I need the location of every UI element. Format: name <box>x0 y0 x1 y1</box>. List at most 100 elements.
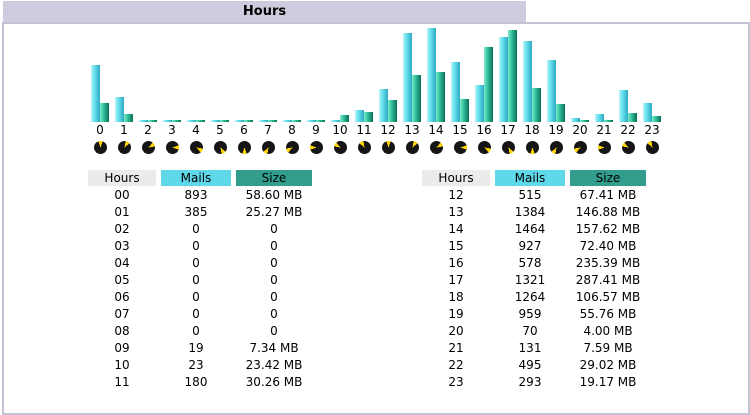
size-cell: 58.60 MB <box>236 186 312 203</box>
mails-bar <box>475 85 484 122</box>
hour-label: 6 <box>240 123 248 137</box>
hour-column: 8 <box>280 26 304 154</box>
hour-bars <box>115 26 133 122</box>
size-bar <box>604 120 613 122</box>
mails-bar <box>331 120 340 122</box>
mails-bar <box>523 41 532 122</box>
hour-column: 11 <box>352 26 376 154</box>
table-row: 181264106.57 MB <box>422 288 646 305</box>
clock-icon <box>430 141 443 154</box>
hour-label: 16 <box>476 123 491 137</box>
hours-tables: Hours Mails Size 0089358.60 MB0138525.27… <box>4 170 748 390</box>
mails-bar <box>91 65 100 122</box>
hours-cell: 06 <box>88 288 156 305</box>
hours-cell: 17 <box>422 271 490 288</box>
size-bar <box>292 120 301 122</box>
hours-cell: 00 <box>88 186 156 203</box>
size-bar <box>148 120 157 122</box>
hour-label: 1 <box>120 123 128 137</box>
mails-cell: 959 <box>495 305 565 322</box>
hour-bars <box>643 26 661 122</box>
hour-bars <box>403 26 421 122</box>
hours-cell: 23 <box>422 373 490 390</box>
table-left-wrap: Hours Mails Size 0089358.60 MB0138525.27… <box>83 170 317 390</box>
clock-icon <box>310 141 323 154</box>
hour-column: 3 <box>160 26 184 154</box>
mails-bar <box>547 60 556 122</box>
hours-cell: 02 <box>88 220 156 237</box>
hour-column: 4 <box>184 26 208 154</box>
size-bar <box>124 114 133 122</box>
hour-bars <box>259 26 277 122</box>
hours-cell: 20 <box>422 322 490 339</box>
size-cell: 7.34 MB <box>236 339 312 356</box>
mails-cell: 0 <box>161 254 231 271</box>
mails-bar <box>211 120 220 122</box>
hour-bars <box>547 26 565 122</box>
mails-bar <box>619 90 628 122</box>
hour-label: 7 <box>264 123 272 137</box>
hour-bars <box>163 26 181 122</box>
mails-bar <box>115 97 124 122</box>
hour-label: 12 <box>380 123 395 137</box>
mails-cell: 515 <box>495 186 565 203</box>
page-title: Hours <box>243 4 286 19</box>
hour-label: 2 <box>144 123 152 137</box>
hour-label: 11 <box>356 123 371 137</box>
size-cell: 30.26 MB <box>236 373 312 390</box>
size-bar <box>340 115 349 122</box>
clock-icon <box>142 141 155 154</box>
size-bar <box>412 75 421 122</box>
size-cell: 25.27 MB <box>236 203 312 220</box>
table-row: 0600 <box>88 288 312 305</box>
mails-bar <box>163 120 172 122</box>
size-cell: 0 <box>236 305 312 322</box>
hour-column: 14 <box>424 26 448 154</box>
hour-label: 8 <box>288 123 296 137</box>
mails-bar <box>427 28 436 122</box>
hours-table-right: Hours Mails Size 1251567.41 MB131384146.… <box>417 170 651 390</box>
hour-column: 20 <box>568 26 592 154</box>
table-row: 0700 <box>88 305 312 322</box>
table-row: 0800 <box>88 322 312 339</box>
mails-bar <box>139 120 148 122</box>
hour-bars <box>523 26 541 122</box>
clock-icon <box>622 141 635 154</box>
mails-cell: 578 <box>495 254 565 271</box>
size-bar <box>508 30 517 122</box>
hour-column: 0 <box>88 26 112 154</box>
mails-bar <box>283 120 292 122</box>
mails-cell: 0 <box>161 322 231 339</box>
mails-bar <box>307 120 316 122</box>
size-bar <box>460 99 469 122</box>
mails-bar <box>259 120 268 122</box>
size-cell: 19.17 MB <box>570 373 646 390</box>
hour-column: 2 <box>136 26 160 154</box>
size-bar <box>364 112 373 122</box>
hour-column: 23 <box>640 26 664 154</box>
table-row: 1251567.41 MB <box>422 186 646 203</box>
mails-cell: 70 <box>495 322 565 339</box>
hour-label: 20 <box>572 123 587 137</box>
hours-cell: 03 <box>88 237 156 254</box>
mails-cell: 131 <box>495 339 565 356</box>
size-bar <box>652 116 661 122</box>
hours-cell: 21 <box>422 339 490 356</box>
hour-bars <box>211 26 229 122</box>
hour-bars <box>619 26 637 122</box>
hours-cell: 01 <box>88 203 156 220</box>
col-header-size: Size <box>570 170 646 186</box>
mails-cell: 0 <box>161 220 231 237</box>
size-cell: 0 <box>236 271 312 288</box>
mails-cell: 0 <box>161 288 231 305</box>
col-header-hours: Hours <box>422 170 490 186</box>
hours-bar-chart: 01234567891011121314151617181920212223 <box>88 26 664 154</box>
hour-column: 10 <box>328 26 352 154</box>
mails-cell: 1384 <box>495 203 565 220</box>
hour-label: 23 <box>644 123 659 137</box>
mails-bar <box>643 103 652 122</box>
hour-label: 3 <box>168 123 176 137</box>
header-row: Hours Mails Size <box>88 170 312 186</box>
hours-table-left: Hours Mails Size 0089358.60 MB0138525.27… <box>83 170 317 390</box>
mails-cell: 293 <box>495 373 565 390</box>
